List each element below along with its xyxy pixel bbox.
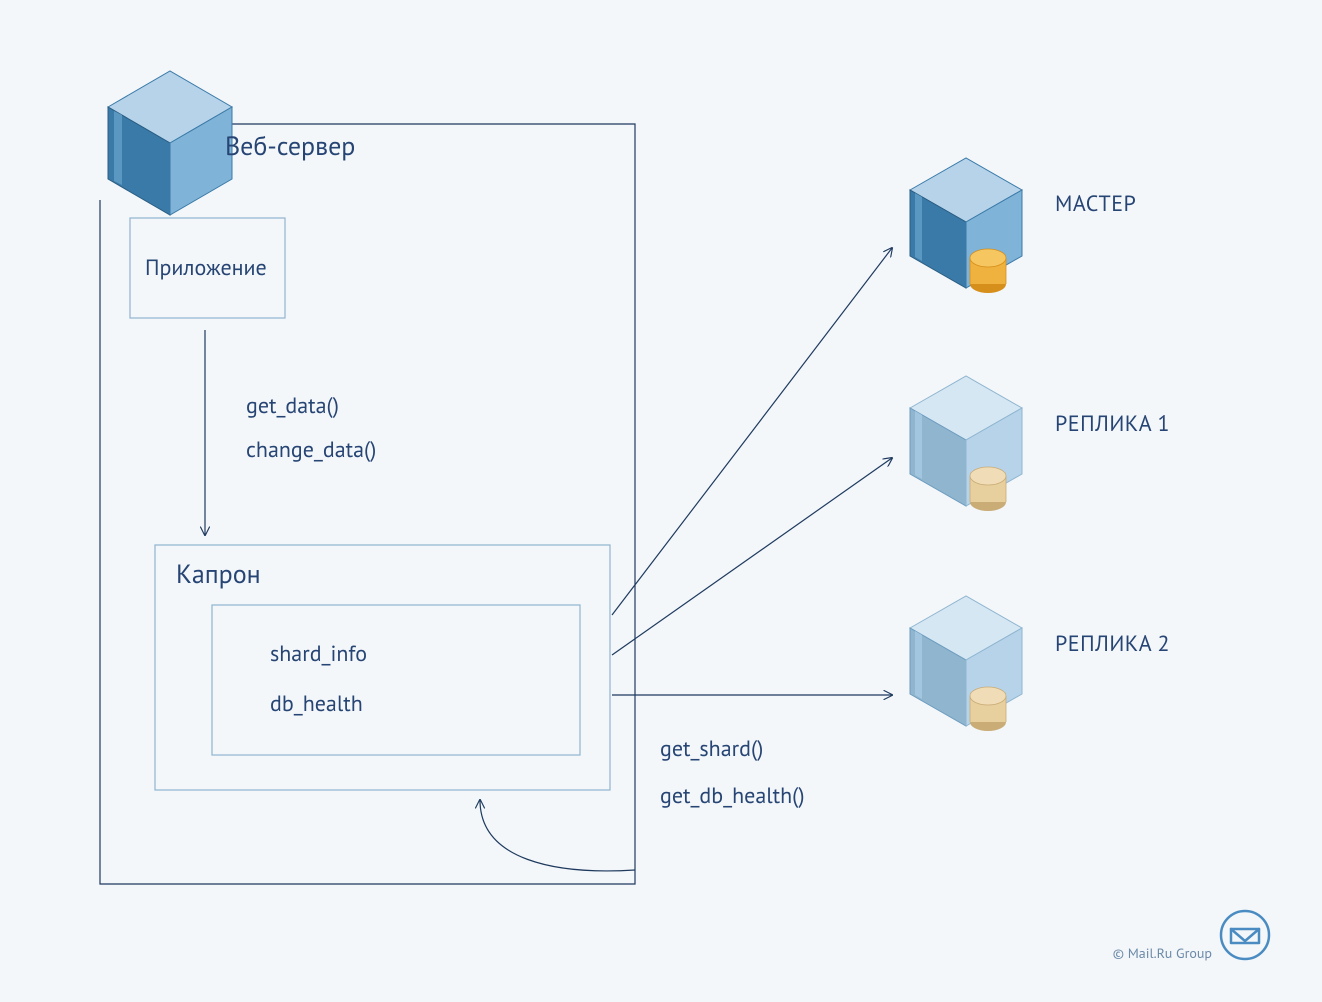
replica1-db-icon — [970, 467, 1006, 511]
call-get-db-health: get_db_health() — [660, 782, 804, 810]
replica2-db-icon — [970, 687, 1006, 731]
master-server-icon — [910, 158, 1022, 293]
replica1-server-icon — [910, 376, 1022, 511]
mailru-logo-icon — [1221, 911, 1269, 959]
kapron-label: Капрон — [176, 558, 261, 591]
application-label: Приложение — [145, 254, 267, 282]
master-db-icon — [970, 249, 1006, 293]
call-change-data: change_data() — [246, 436, 376, 464]
arrow-kapron-loop — [480, 800, 635, 871]
kapron-item-shard-info: shard_info — [270, 640, 367, 668]
call-get-shard: get_shard() — [660, 735, 763, 763]
replica2-label: РЕПЛИКА 2 — [1055, 630, 1170, 658]
replica2-server-icon — [910, 596, 1022, 731]
kapron-inner-box — [212, 605, 580, 755]
arrow-to-replica1 — [612, 458, 892, 655]
diagram-svg — [0, 0, 1322, 1002]
call-get-data: get_data() — [246, 392, 339, 420]
master-label: МАСТЕР — [1055, 190, 1136, 218]
web-server-label: Веб-сервер — [225, 130, 355, 163]
footer-copyright: © Mail.Ru Group — [1113, 944, 1212, 962]
web-server-icon — [108, 71, 232, 215]
kapron-item-db-health: db_health — [270, 690, 363, 718]
arrow-to-master — [612, 248, 892, 615]
diagram-canvas: Веб-сервер Приложение get_data() change_… — [0, 0, 1322, 1002]
web-server-border — [100, 124, 635, 884]
replica1-label: РЕПЛИКА 1 — [1055, 410, 1170, 438]
